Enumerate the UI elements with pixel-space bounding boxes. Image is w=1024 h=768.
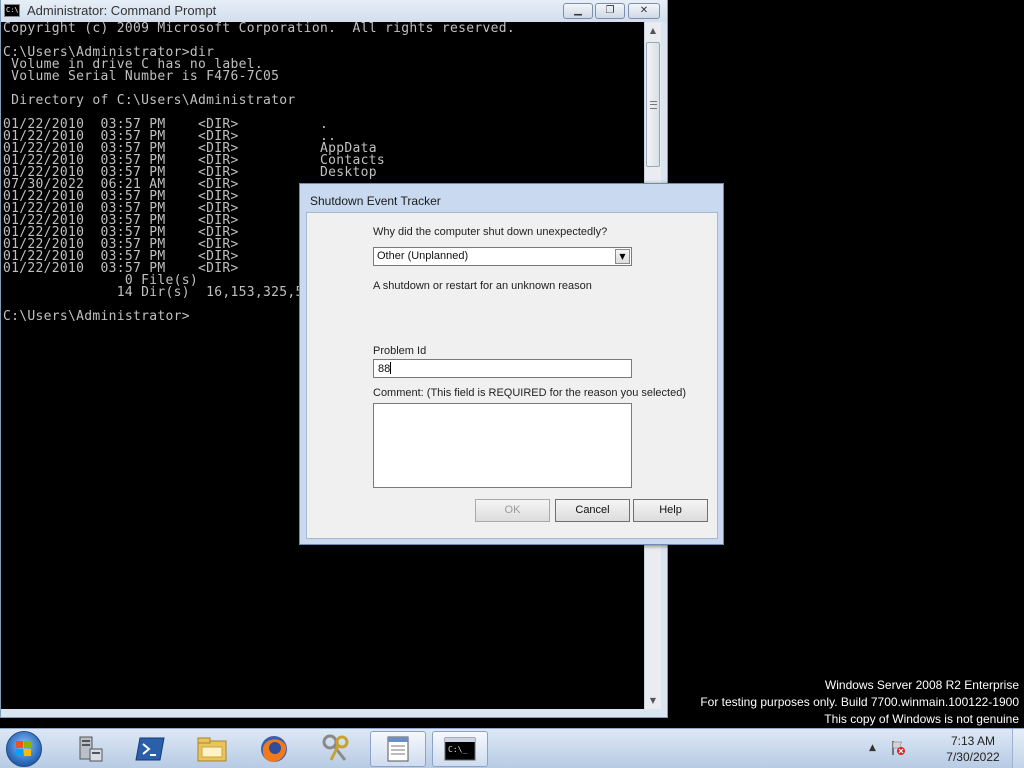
windows-logo-icon	[16, 741, 32, 757]
taskbar-command-prompt[interactable]: C:\_	[432, 731, 488, 767]
cmd-window-icon[interactable]: C:\	[4, 4, 20, 17]
taskbar-firefox[interactable]	[246, 731, 302, 767]
comment-textarea[interactable]	[373, 403, 632, 488]
reason-label: Why did the computer shut down unexpecte…	[373, 226, 608, 238]
ok-button[interactable]: OK	[475, 499, 550, 522]
watermark-edition: Windows Server 2008 R2 Enterprise	[824, 678, 1019, 692]
notepad-icon	[387, 736, 409, 762]
comment-label: Comment: (This field is REQUIRED for the…	[373, 387, 687, 399]
powershell-icon	[135, 737, 165, 761]
start-button[interactable]	[6, 731, 42, 767]
taskbar-powershell[interactable]	[122, 731, 178, 767]
keys-icon	[322, 734, 349, 761]
taskbar-server-manager[interactable]	[62, 731, 118, 767]
server-manager-icon	[79, 736, 103, 762]
reason-selected-value: Other (Unplanned)	[377, 250, 469, 262]
explorer-icon	[197, 737, 227, 762]
action-center-flag-icon[interactable]	[890, 740, 906, 756]
console-line: Directory of C:\Users\Administrator	[3, 93, 296, 108]
text-caret	[390, 362, 392, 374]
cancel-button[interactable]: Cancel	[555, 499, 630, 522]
scroll-down-arrow-icon[interactable]: ▼	[645, 692, 661, 709]
clock-time[interactable]: 7:13 AM	[940, 734, 1006, 748]
console-line: Copyright (c) 2009 Microsoft Corporation…	[3, 22, 515, 36]
dialog-title: Shutdown Event Tracker	[310, 194, 441, 208]
problem-id-value: 88	[378, 363, 391, 375]
windows-watermark: Windows Server 2008 R2 Enterprise For te…	[700, 677, 1019, 728]
desktop: C:\ Administrator: Command Prompt ▁ ❐ ✕ …	[0, 0, 1024, 728]
taskbar-notepad[interactable]	[370, 731, 426, 767]
taskbar-keys[interactable]	[308, 731, 364, 767]
help-button[interactable]: Help	[633, 499, 708, 522]
reason-dropdown[interactable]: Other (Unplanned) ▼	[373, 247, 632, 266]
problem-id-input[interactable]: 88	[373, 359, 632, 378]
cmd-icon: C:\_	[444, 737, 476, 761]
show-desktop-button[interactable]	[1012, 729, 1024, 768]
scroll-up-arrow-icon[interactable]: ▲	[645, 22, 661, 39]
clock-date[interactable]: 7/30/2022	[940, 750, 1006, 764]
tray-expand-icon[interactable]: ▲	[869, 743, 876, 753]
close-button[interactable]: ✕	[628, 3, 660, 19]
cmd-window-title: Administrator: Command Prompt	[27, 3, 217, 18]
firefox-icon	[261, 736, 287, 762]
minimize-button[interactable]: ▁	[563, 3, 593, 19]
maximize-button[interactable]: ❐	[595, 3, 625, 19]
dialog-body: Why did the computer shut down unexpecte…	[306, 212, 718, 539]
shutdown-event-tracker-dialog[interactable]: Shutdown Event Tracker Why did the compu…	[299, 183, 724, 545]
cmd-titlebar[interactable]: C:\ Administrator: Command Prompt ▁ ❐ ✕	[1, 0, 667, 22]
taskbar-explorer[interactable]	[184, 731, 240, 767]
watermark-genuine-notice: This copy of Windows is not genuine	[824, 712, 1019, 726]
scroll-grip-icon	[650, 101, 657, 109]
problem-id-label: Problem Id	[373, 345, 427, 357]
console-line: Volume Serial Number is F476-7C05	[3, 69, 280, 84]
svg-text:C:\_: C:\_	[448, 745, 467, 754]
scrollbar-thumb[interactable]	[646, 42, 660, 167]
watermark-build: For testing purposes only. Build 7700.wi…	[700, 695, 1019, 709]
dropdown-arrow-icon[interactable]: ▼	[615, 249, 630, 264]
taskbar: C:\_ ▲ 7:13 AM 7/30/2022	[0, 728, 1024, 768]
reason-description: A shutdown or restart for an unknown rea…	[373, 280, 592, 292]
